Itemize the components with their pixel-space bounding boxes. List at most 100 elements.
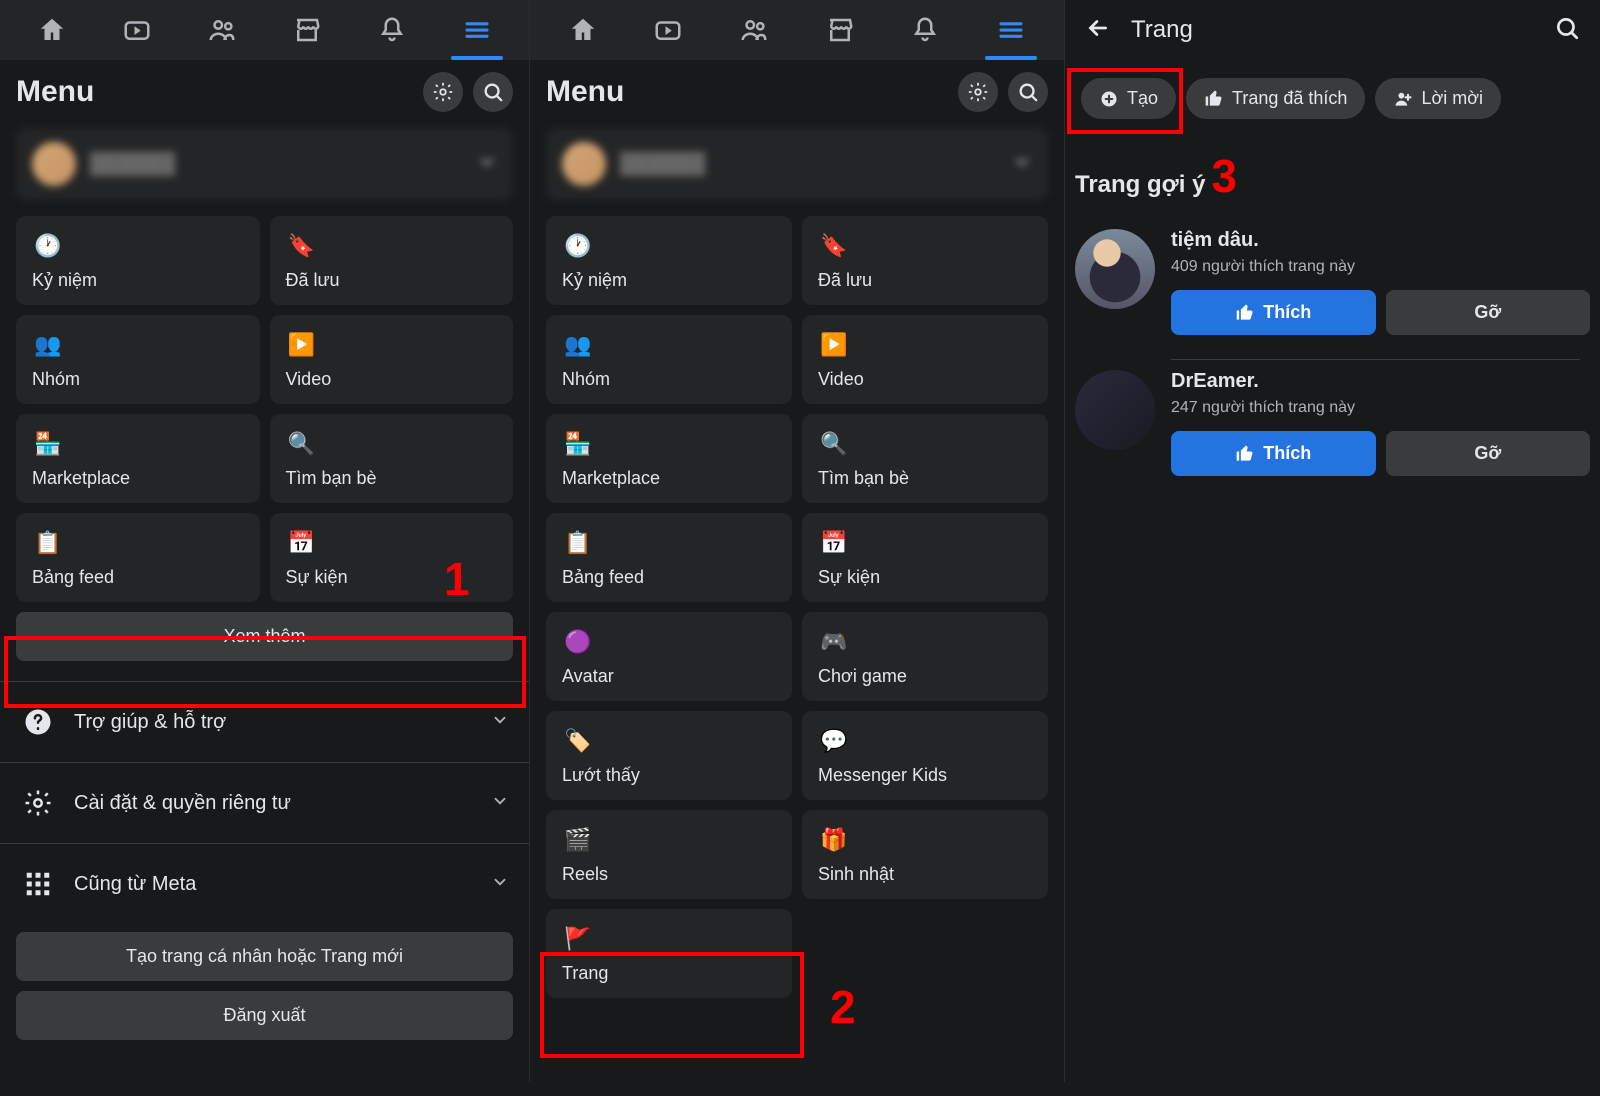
tile-video[interactable]: ▶️Video: [802, 315, 1048, 404]
tile-groups-icon: 👥: [32, 329, 64, 361]
chevron-down-icon: [491, 873, 509, 896]
tile-saved[interactable]: 🔖Đã lưu: [270, 216, 514, 305]
nav-notifications-icon[interactable]: [371, 9, 413, 51]
tile-memories[interactable]: 🕐 Kỷ niệm: [546, 216, 792, 305]
profile-name: ██████: [620, 153, 998, 176]
tile-label: Video: [286, 369, 498, 390]
tile-find-friends-icon: 🔍: [286, 428, 318, 460]
tile-events[interactable]: 📅Sự kiện: [270, 513, 514, 602]
tile-label: Bảng feed: [32, 567, 244, 588]
tile-birthdays[interactable]: 🎁Sinh nhật: [802, 810, 1048, 899]
tile-label: Kỷ niệm: [562, 270, 776, 291]
tile-marketplace-icon: 🏪: [562, 428, 594, 460]
tile-label: Messenger Kids: [818, 765, 1032, 786]
see-more-button[interactable]: Xem thêm: [16, 612, 513, 661]
tile-label: Marketplace: [32, 468, 244, 489]
tile-label: Kỷ niệm: [32, 270, 244, 291]
like-button[interactable]: Thích: [1171, 431, 1376, 476]
tile-label: Đã lưu: [286, 270, 498, 291]
tile-find-friends[interactable]: 🔍 Tìm bạn bè: [270, 414, 514, 503]
tile-label: Reels: [562, 864, 776, 885]
tile-memories-icon: 🕐: [32, 230, 64, 262]
tile-label: Tìm bạn bè: [286, 468, 498, 489]
dismiss-button[interactable]: Gỡ: [1386, 431, 1591, 476]
tile-marketplace[interactable]: 🏪 Marketplace: [546, 414, 792, 503]
tile-label: Tìm bạn bè: [818, 468, 1032, 489]
footer-meta[interactable]: Cũng từ Meta: [0, 852, 529, 916]
nav-watch-icon[interactable]: [116, 9, 158, 51]
top-nav: [0, 0, 529, 60]
invites-button[interactable]: Lời mời: [1375, 78, 1501, 119]
page-avatar[interactable]: [1075, 229, 1155, 309]
search-icon[interactable]: [1008, 72, 1048, 112]
tile-gaming[interactable]: 🎮Chơi game: [802, 612, 1048, 701]
tile-marketplace-icon: 🏪: [32, 428, 64, 460]
nav-notifications-icon[interactable]: [904, 9, 946, 51]
search-icon[interactable]: [473, 72, 513, 112]
tile-messenger-kids[interactable]: 💬Messenger Kids: [802, 711, 1048, 800]
tile-label: Sự kiện: [818, 567, 1032, 588]
tile-reels[interactable]: 🎬 Reels: [546, 810, 792, 899]
tile-groups[interactable]: 👥Nhóm: [546, 315, 792, 404]
tile-label: Trang: [562, 963, 776, 984]
tile-groups-icon: 👥: [562, 329, 594, 361]
create-button[interactable]: Tạo: [1081, 78, 1176, 119]
liked-pages-button[interactable]: Trang đã thích: [1186, 78, 1365, 119]
tile-marketplace[interactable]: 🏪 Marketplace: [16, 414, 260, 503]
nav-menu-icon[interactable]: [456, 9, 498, 51]
nav-marketplace-icon[interactable]: [286, 9, 328, 51]
nav-watch-icon[interactable]: [647, 9, 689, 51]
top-nav: [530, 0, 1064, 60]
tile-feeds-icon: 📋: [32, 527, 64, 559]
logout-button[interactable]: Đăng xuất: [16, 991, 513, 1040]
footer-help[interactable]: Trợ giúp & hỗ trợ: [0, 690, 529, 754]
profile-card[interactable]: ██████: [16, 128, 513, 200]
gear-icon: [20, 785, 56, 821]
page-name[interactable]: DrEamer.: [1171, 370, 1590, 393]
page-avatar[interactable]: [1075, 370, 1155, 450]
page-title: Trang: [1131, 16, 1534, 44]
page-meta: 247 người thích trang này: [1171, 399, 1590, 417]
nav-home-icon[interactable]: [562, 9, 604, 51]
footer-settings[interactable]: Cài đặt & quyền riêng tư: [0, 771, 529, 835]
tile-saved[interactable]: 🔖Đã lưu: [802, 216, 1048, 305]
nav-friends-icon[interactable]: [733, 9, 775, 51]
tile-events[interactable]: 📅Sự kiện: [802, 513, 1048, 602]
like-button[interactable]: Thích: [1171, 290, 1376, 335]
tile-pages[interactable]: 🚩Trang: [546, 909, 792, 998]
nav-friends-icon[interactable]: [201, 9, 243, 51]
tile-reels-feed[interactable]: 🏷️Lướt thấy: [546, 711, 792, 800]
tile-memories[interactable]: 🕐 Kỷ niệm: [16, 216, 260, 305]
tile-avatar[interactable]: 🟣Avatar: [546, 612, 792, 701]
tile-video[interactable]: ▶️Video: [270, 315, 514, 404]
nav-menu-icon[interactable]: [990, 9, 1032, 51]
settings-icon[interactable]: [423, 72, 463, 112]
dismiss-button[interactable]: Gỡ: [1386, 290, 1591, 335]
page-name[interactable]: tiệm dâu.: [1171, 229, 1590, 252]
menu-title: Menu: [16, 75, 413, 109]
tile-groups[interactable]: 👥Nhóm: [16, 315, 260, 404]
menu-title: Menu: [546, 75, 948, 109]
avatar: [32, 142, 76, 186]
settings-icon[interactable]: [958, 72, 998, 112]
nav-home-icon[interactable]: [31, 9, 73, 51]
chevron-down-icon[interactable]: [1012, 152, 1032, 177]
search-icon[interactable]: [1554, 15, 1580, 46]
tile-find-friends[interactable]: 🔍Tìm bạn bè: [802, 414, 1048, 503]
tile-feeds-icon: 📋: [562, 527, 594, 559]
thumb-icon: [1204, 89, 1224, 109]
tile-memories-icon: 🕐: [562, 230, 594, 262]
nav-marketplace-icon[interactable]: [819, 9, 861, 51]
tile-feeds[interactable]: 📋 Bảng feed: [16, 513, 260, 602]
chevron-down-icon[interactable]: [477, 152, 497, 177]
create-profile-button[interactable]: Tạo trang cá nhân hoặc Trang mới: [16, 932, 513, 981]
profile-card[interactable]: ██████: [546, 128, 1048, 200]
tile-reels-icon: 🎬: [562, 824, 594, 856]
plus-icon: [1099, 89, 1119, 109]
tile-label: Marketplace: [562, 468, 776, 489]
tile-feeds[interactable]: 📋Bảng feed: [546, 513, 792, 602]
tile-label: Chơi game: [818, 666, 1032, 687]
tile-label: Sự kiện: [286, 567, 498, 588]
back-button[interactable]: [1085, 15, 1111, 46]
invite-icon: [1393, 89, 1413, 109]
